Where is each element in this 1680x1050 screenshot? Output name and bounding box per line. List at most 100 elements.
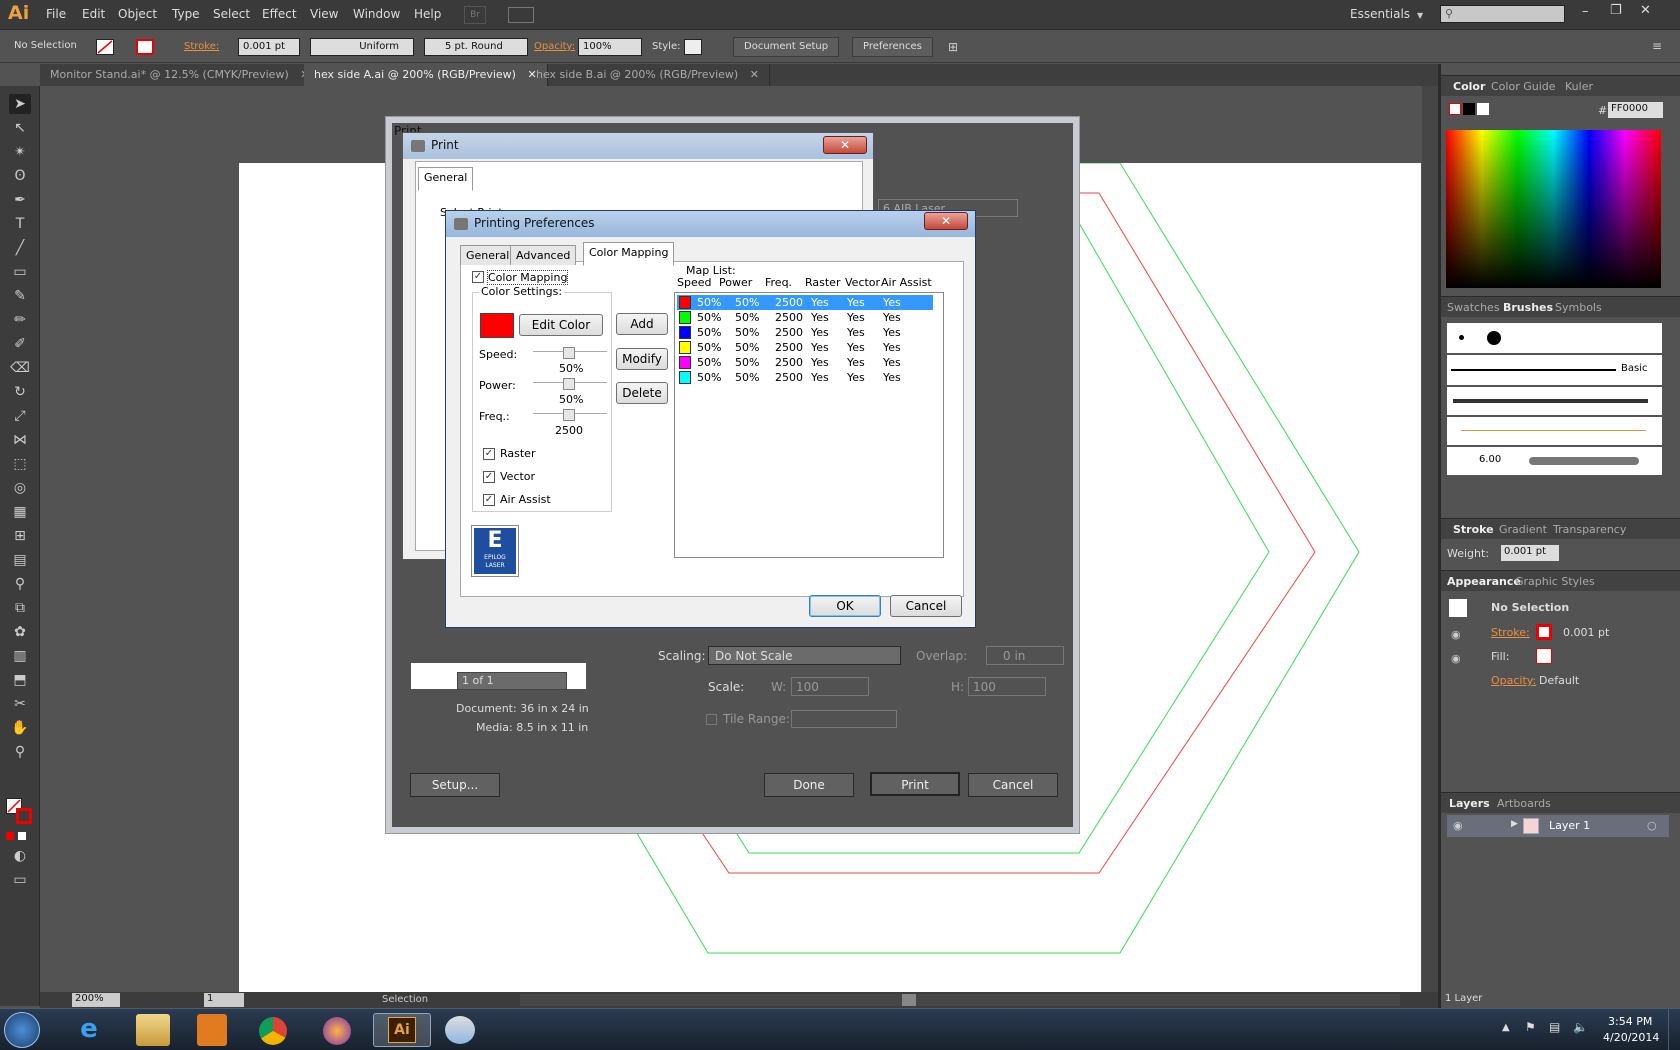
- menu-file[interactable]: File: [46, 7, 66, 21]
- print-button[interactable]: Print: [870, 772, 960, 796]
- map-list-row[interactable]: 50% 50% 2500 Yes Yes Yes: [677, 325, 933, 340]
- vector-checkbox[interactable]: ✓: [483, 471, 495, 483]
- chrome-icon[interactable]: [259, 1017, 287, 1045]
- tab-advanced[interactable]: Advanced: [510, 245, 577, 265]
- hand-tool-icon[interactable]: ✋: [9, 718, 31, 738]
- expand-arrow-icon[interactable]: ▶: [1511, 819, 1518, 829]
- column-vector[interactable]: Vector: [845, 276, 880, 289]
- brush-select[interactable]: 5 pt. Round: [424, 38, 528, 56]
- firefox-icon[interactable]: [323, 1017, 351, 1045]
- minimize-button[interactable]: –: [1582, 4, 1589, 19]
- color-mode-icon[interactable]: [6, 832, 14, 840]
- tab-artboards[interactable]: Artboards: [1497, 797, 1551, 810]
- tab-layers[interactable]: Layers: [1449, 797, 1490, 810]
- white-swatch[interactable]: [1477, 103, 1489, 115]
- tile-range-field[interactable]: [791, 710, 897, 728]
- mesh-tool-icon[interactable]: ⊞: [9, 526, 31, 546]
- appearance-fill-label[interactable]: Fill:: [1491, 650, 1509, 663]
- tab-general[interactable]: General: [460, 245, 516, 265]
- appearance-stroke-swatch[interactable]: [1536, 624, 1552, 640]
- column-raster[interactable]: Raster: [805, 276, 840, 289]
- line-tool-icon[interactable]: ╱: [9, 238, 31, 258]
- horizontal-scrollbar[interactable]: [520, 994, 1400, 1006]
- show-desktop-button[interactable]: [1668, 1009, 1680, 1050]
- scrollbar-thumb[interactable]: [902, 994, 916, 1006]
- scale-tool-icon[interactable]: ⤢: [9, 406, 31, 426]
- tab-transparency[interactable]: Transparency: [1553, 523, 1626, 536]
- menu-window[interactable]: Window: [353, 7, 400, 21]
- close-icon[interactable]: ✕: [823, 136, 867, 154]
- file-explorer-icon[interactable]: [136, 1014, 170, 1046]
- close-window-button[interactable]: ✕: [1640, 3, 1651, 18]
- network-icon[interactable]: ▤: [1549, 1020, 1560, 1034]
- eye-icon[interactable]: ◉: [1451, 628, 1461, 641]
- fill-swatch[interactable]: [96, 39, 114, 55]
- preferences-button[interactable]: Preferences: [852, 37, 933, 57]
- symbol-sprayer-tool-icon[interactable]: ✿: [9, 622, 31, 642]
- tab-brushes[interactable]: Brushes: [1503, 301, 1553, 314]
- eye-icon[interactable]: ◉: [1451, 652, 1461, 665]
- pen-tool-icon[interactable]: ✒: [9, 190, 31, 210]
- tab-graphic-styles[interactable]: Graphic Styles: [1515, 575, 1595, 588]
- paint-icon[interactable]: [445, 1016, 475, 1044]
- type-tool-icon[interactable]: T: [9, 214, 31, 234]
- media-player-icon[interactable]: [197, 1014, 227, 1046]
- black-swatch[interactable]: [1463, 103, 1475, 115]
- internet-explorer-icon[interactable]: e: [64, 1014, 114, 1046]
- zoom-field[interactable]: 200%: [72, 993, 120, 1007]
- tab-appearance[interactable]: Appearance: [1447, 575, 1521, 588]
- map-list-row[interactable]: 50% 50% 2500 Yes Yes Yes: [677, 295, 933, 310]
- tab-swatches[interactable]: Swatches: [1447, 301, 1500, 314]
- scale-height-field[interactable]: 100: [968, 677, 1046, 696]
- eyedropper-tool-icon[interactable]: ⚲: [9, 574, 31, 594]
- free-transform-tool-icon[interactable]: ⬚: [9, 454, 31, 474]
- tab-general[interactable]: General: [418, 167, 474, 191]
- brush-dot-small[interactable]: [1459, 335, 1464, 340]
- brush-bristle[interactable]: 6.00: [1447, 447, 1662, 475]
- delete-button[interactable]: Delete: [616, 382, 668, 404]
- width-tool-icon[interactable]: ⋈: [9, 430, 31, 450]
- current-tool-status[interactable]: Selection: [382, 994, 428, 1005]
- map-list-row[interactable]: 50% 50% 2500 Yes Yes Yes: [677, 310, 933, 325]
- eye-icon[interactable]: ◉: [1453, 819, 1463, 832]
- done-button[interactable]: Done: [764, 773, 854, 797]
- freq-slider-thumb[interactable]: [563, 409, 575, 421]
- add-button[interactable]: Add: [616, 313, 668, 335]
- opacity-label[interactable]: Opacity:: [534, 41, 575, 52]
- shape-builder-tool-icon[interactable]: ◎: [9, 478, 31, 498]
- overlap-field[interactable]: 0 in: [986, 646, 1064, 665]
- map-list[interactable]: 50% 50% 2500 Yes Yes Yes 50% 50% 2500 Yes Yes Yes 50…: [674, 292, 944, 558]
- gradient-tool-icon[interactable]: ▤: [9, 550, 31, 570]
- power-slider[interactable]: [533, 378, 607, 390]
- ok-button[interactable]: OK: [809, 595, 881, 617]
- tab-gradient[interactable]: Gradient: [1499, 523, 1547, 536]
- menu-object[interactable]: Object: [118, 7, 157, 21]
- appearance-fill-swatch[interactable]: [1536, 648, 1552, 664]
- lasso-tool-icon[interactable]: ʘ: [9, 166, 31, 186]
- target-icon[interactable]: ○: [1647, 819, 1657, 832]
- appearance-stroke-label[interactable]: Stroke:: [1491, 626, 1530, 639]
- freq-slider[interactable]: [533, 409, 607, 421]
- stroke-swatch[interactable]: [136, 39, 154, 55]
- direct-selection-tool-icon[interactable]: ↖: [9, 118, 31, 138]
- opacity-field[interactable]: 100%: [578, 38, 642, 56]
- color-mapping-checkbox[interactable]: ✓: [472, 271, 484, 283]
- clock-date[interactable]: 4/20/2014: [1603, 1031, 1659, 1044]
- artboard-tool-icon[interactable]: ⬒: [9, 670, 31, 690]
- tab-symbols[interactable]: Symbols: [1555, 301, 1602, 314]
- tab-stroke[interactable]: Stroke: [1453, 523, 1494, 536]
- selection-tool-icon[interactable]: ➤: [9, 94, 31, 114]
- search-input[interactable]: ⚲: [1440, 5, 1565, 23]
- blend-tool-icon[interactable]: ⧉: [9, 598, 31, 618]
- volume-icon[interactable]: 🔈: [1573, 1020, 1588, 1034]
- layer-name[interactable]: Layer 1: [1549, 819, 1590, 832]
- power-slider-thumb[interactable]: [563, 378, 575, 390]
- document-setup-button[interactable]: Document Setup: [733, 37, 840, 57]
- map-list-row[interactable]: 50% 50% 2500 Yes Yes Yes: [677, 355, 933, 370]
- stroke-color-icon[interactable]: [16, 808, 32, 824]
- setup-button[interactable]: Setup...: [410, 773, 500, 797]
- brush-charcoal[interactable]: [1447, 387, 1662, 415]
- workspace-switcher[interactable]: Essentials: [1350, 7, 1410, 21]
- speed-slider-thumb[interactable]: [563, 347, 575, 359]
- gradient-mode-icon[interactable]: [18, 832, 26, 840]
